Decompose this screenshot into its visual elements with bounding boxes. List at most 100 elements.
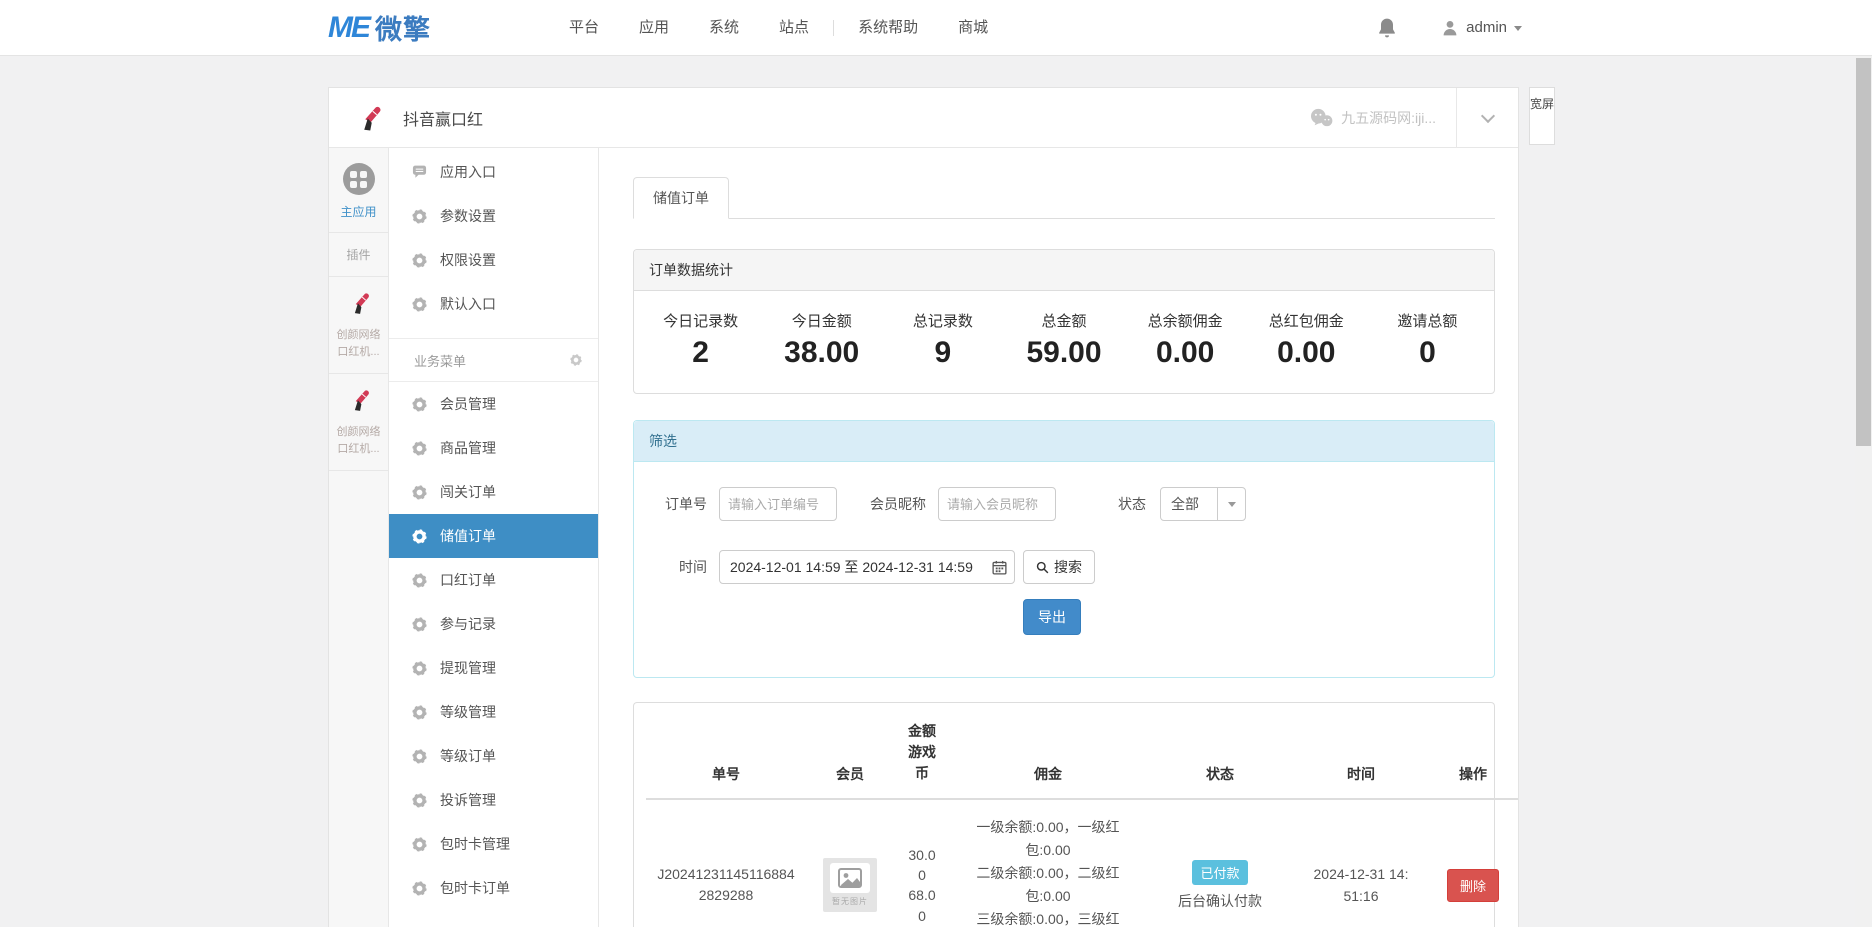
search-icon bbox=[1036, 561, 1049, 574]
status-badge: 已付款 bbox=[1192, 860, 1247, 885]
stat-label: 今日金额 bbox=[761, 310, 882, 331]
stats-panel: 订单数据统计 今日记录数 2 今日金额 38.00 总记录数 9 bbox=[633, 249, 1495, 394]
stat-label: 总红包佣金 bbox=[1246, 310, 1367, 331]
calendar-icon bbox=[992, 560, 1007, 575]
rail-item-app-1[interactable]: 创颜网络 口红机... bbox=[329, 277, 388, 374]
cell-amount: 30.00 68.00 bbox=[894, 799, 950, 927]
menu-item-withdrawal-mgmt[interactable]: 提现管理 bbox=[389, 646, 598, 690]
gear-icon bbox=[412, 881, 427, 896]
menu-item-timecard-orders[interactable]: 包时卡订单 bbox=[389, 866, 598, 910]
nav-item-platform[interactable]: 平台 bbox=[549, 0, 619, 56]
menu-item-level-pass-orders[interactable]: 闯关订单 bbox=[389, 470, 598, 514]
order-no-input[interactable] bbox=[719, 487, 837, 521]
menu-label: 参与记录 bbox=[440, 614, 496, 634]
app-title: 抖音赢口红 bbox=[403, 106, 483, 130]
nav-item-apps[interactable]: 应用 bbox=[619, 0, 689, 56]
collapse-panel-button[interactable] bbox=[1456, 88, 1518, 148]
wechat-icon bbox=[1309, 108, 1333, 128]
caret-down-icon bbox=[1514, 26, 1522, 31]
weengine-logo[interactable]: ME 微擎 bbox=[328, 8, 431, 47]
widescreen-toggle[interactable]: 宽屏 bbox=[1529, 87, 1555, 145]
menu-label: 口红订单 bbox=[440, 570, 496, 590]
export-button[interactable]: 导出 bbox=[1023, 599, 1081, 635]
nav-item-system[interactable]: 系统 bbox=[689, 0, 759, 56]
stat-value: 38.00 bbox=[761, 336, 882, 370]
col-order-no: 单号 bbox=[646, 709, 806, 799]
col-member: 会员 bbox=[806, 709, 894, 799]
nav-item-store[interactable]: 商城 bbox=[938, 0, 1008, 56]
stat-value: 0.00 bbox=[1246, 336, 1367, 370]
no-image-placeholder: 暂无图片 bbox=[823, 858, 877, 912]
nav-item-sites[interactable]: 站点 bbox=[759, 0, 829, 56]
notification-bell-icon[interactable] bbox=[1377, 17, 1397, 39]
menu-item-product-mgmt[interactable]: 商品管理 bbox=[389, 426, 598, 470]
menu-label: 应用入口 bbox=[440, 162, 496, 182]
filter-panel-title: 筛选 bbox=[634, 421, 1494, 462]
filter-row-1: 订单号 会员昵称 状态 全部 bbox=[649, 487, 1479, 521]
menu-item-timecard-mgmt[interactable]: 包时卡管理 bbox=[389, 822, 598, 866]
stat-total-balance-commission: 总余额佣金 0.00 bbox=[1125, 310, 1246, 370]
status-select[interactable]: 全部 bbox=[1160, 487, 1246, 521]
menu-item-complaint-mgmt[interactable]: 投诉管理 bbox=[389, 778, 598, 822]
menu-item-default-entry[interactable]: 默认入口 bbox=[389, 282, 598, 326]
menu-item-app-entry[interactable]: 应用入口 bbox=[389, 150, 598, 194]
menu-item-level-orders[interactable]: 等级订单 bbox=[389, 734, 598, 778]
menu-label: 等级订单 bbox=[440, 746, 496, 766]
user-menu[interactable]: admin bbox=[1441, 19, 1522, 37]
logo-brand-text: 微擎 bbox=[375, 8, 431, 47]
search-button-label: 搜索 bbox=[1054, 557, 1082, 577]
gear-icon bbox=[412, 297, 427, 312]
menu-item-participation-records[interactable]: 参与记录 bbox=[389, 602, 598, 646]
stat-value: 0.00 bbox=[1125, 336, 1246, 370]
menu-item-param-settings[interactable]: 参数设置 bbox=[389, 194, 598, 238]
menu-item-level-mgmt[interactable]: 等级管理 bbox=[389, 690, 598, 734]
stat-value: 9 bbox=[882, 336, 1003, 370]
rail-app-1-name-line1: 创颜网络 bbox=[331, 327, 386, 344]
menu-item-stored-value-orders[interactable]: 储值订单 bbox=[389, 514, 598, 558]
table-row: J202412311451168842829288 暂无图片 30.00 bbox=[646, 799, 1518, 927]
delete-button[interactable]: 删除 bbox=[1447, 869, 1499, 902]
source-text: 九五源码网:iji... bbox=[1341, 108, 1436, 128]
tab-bar: 储值订单 bbox=[633, 177, 1495, 219]
nav-item-help[interactable]: 系统帮助 bbox=[838, 0, 938, 56]
filter-row-2: 时间 2024-12-01 14:59 至 2024-12-31 14:59 搜… bbox=[649, 550, 1479, 635]
status-select-value: 全部 bbox=[1161, 494, 1217, 514]
filter-buttons: 搜索 导出 bbox=[1023, 550, 1095, 635]
bubble-icon bbox=[412, 165, 427, 180]
image-icon bbox=[837, 868, 863, 888]
date-range-input[interactable]: 2024-12-01 14:59 至 2024-12-31 14:59 bbox=[719, 550, 1015, 584]
scrollbar-thumb[interactable] bbox=[1856, 58, 1871, 446]
app-container: 抖音赢口红 九五源码网:iji... 主应用 插件 创颜网络 口红机... bbox=[328, 87, 1519, 927]
cell-time: 2024-12-31 14:51:16 bbox=[1294, 799, 1428, 927]
menu-label: 商品管理 bbox=[440, 438, 496, 458]
lipstick-app-icon bbox=[346, 387, 372, 413]
menu-item-lipstick-orders[interactable]: 口红订单 bbox=[389, 558, 598, 602]
stat-label: 总记录数 bbox=[882, 310, 1003, 331]
nickname-label: 会员昵称 bbox=[870, 487, 926, 521]
menu-item-permission-settings[interactable]: 权限设置 bbox=[389, 238, 598, 282]
stat-value: 59.00 bbox=[1003, 336, 1124, 370]
app-header: 抖音赢口红 九五源码网:iji... bbox=[329, 88, 1518, 148]
nickname-input[interactable] bbox=[938, 487, 1056, 521]
rail-item-main-app[interactable]: 主应用 bbox=[329, 148, 388, 233]
page-scrollbar[interactable] bbox=[1855, 56, 1872, 927]
rail-item-app-2[interactable]: 创颜网络 口红机... bbox=[329, 374, 388, 471]
menu-label: 默认入口 bbox=[440, 294, 496, 314]
menu-label: 包时卡订单 bbox=[440, 878, 510, 898]
source-watermark: 九五源码网:iji... bbox=[1309, 108, 1436, 128]
search-button[interactable]: 搜索 bbox=[1023, 550, 1095, 584]
rail-plugins-label: 插件 bbox=[329, 233, 388, 277]
stat-label: 总金额 bbox=[1003, 310, 1124, 331]
top-navbar: ME 微擎 平台 应用 系统 站点 系统帮助 商城 admin bbox=[0, 0, 1872, 56]
time-label: 时间 bbox=[649, 550, 707, 584]
date-range-value: 2024-12-01 14:59 至 2024-12-31 14:59 bbox=[730, 557, 992, 577]
main-content: 储值订单 订单数据统计 今日记录数 2 今日金额 38.00 总记录数 bbox=[599, 148, 1518, 927]
order-no-label: 订单号 bbox=[649, 487, 707, 521]
col-action: 操作 bbox=[1428, 709, 1518, 799]
menu-item-member-mgmt[interactable]: 会员管理 bbox=[389, 382, 598, 426]
filter-panel: 筛选 订单号 会员昵称 状态 全部 时间 bbox=[633, 420, 1495, 678]
gear-icon[interactable] bbox=[570, 354, 582, 366]
tab-stored-value-orders[interactable]: 储值订单 bbox=[633, 177, 729, 219]
stat-label: 今日记录数 bbox=[640, 310, 761, 331]
stats-body: 今日记录数 2 今日金额 38.00 总记录数 9 总金额 59.00 bbox=[634, 291, 1494, 393]
